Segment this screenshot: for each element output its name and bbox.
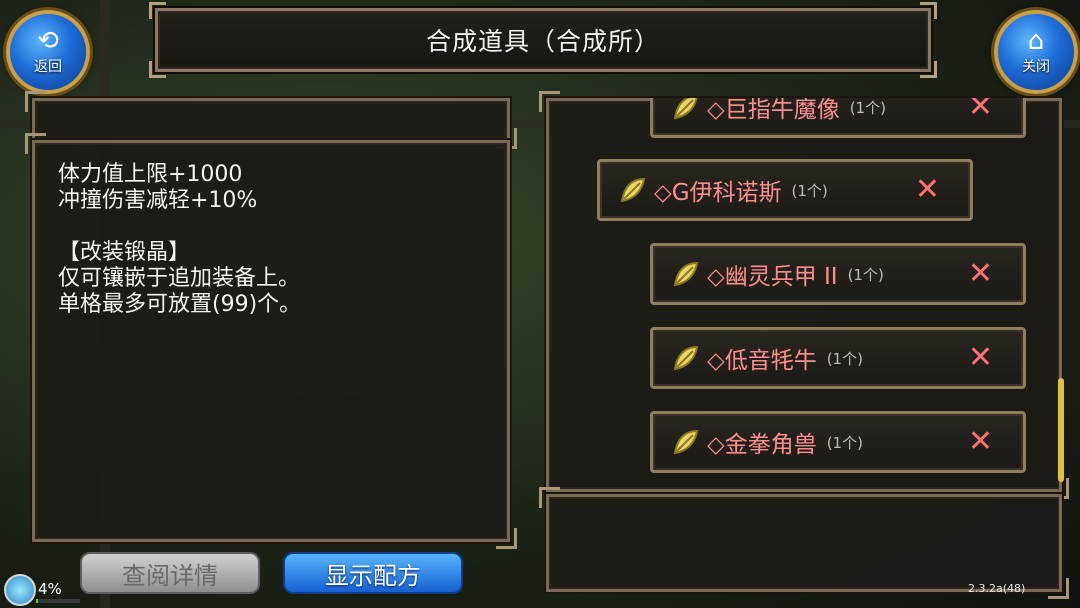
recipe-qty: (1个): [791, 181, 828, 200]
recipe-item[interactable]: ◇巨指牛魔像 (1个) ✕: [650, 98, 1026, 138]
network-status-icon: [4, 574, 36, 606]
close-button-label: 关闭: [1022, 59, 1050, 75]
description-line: 仅可镶嵌于追加装备上。: [58, 266, 301, 291]
leaf-icon: [673, 98, 698, 120]
page-title: 合成道具（合成所）: [425, 27, 660, 56]
recipe-name: ◇金拳角兽: [707, 432, 817, 458]
back-button-label: 返回: [34, 59, 62, 75]
close-x-icon[interactable]: ✕: [968, 343, 993, 373]
recipe-list: ◇巨指牛魔像 (1个) ✕ ◇G伊科诺斯 (1个) ✕ ◇幽灵兵甲 II (1个…: [550, 98, 1050, 490]
close-x-icon[interactable]: ✕: [915, 175, 940, 205]
recipe-qty: (1个): [826, 349, 863, 368]
close-x-icon[interactable]: ✕: [968, 259, 993, 289]
recipe-list-scrollbar[interactable]: [1058, 378, 1064, 482]
description-line: 【改装锻晶】: [58, 240, 191, 265]
recipe-name: ◇幽灵兵甲 II: [707, 264, 838, 290]
recipe-name: ◇巨指牛魔像: [707, 98, 840, 123]
recipe-qty: (1个): [826, 433, 863, 452]
back-arrow-icon: ⟲: [37, 26, 59, 56]
recipe-item[interactable]: ◇低音牦牛 (1个) ✕: [650, 327, 1026, 389]
close-x-icon[interactable]: ✕: [968, 98, 993, 122]
version-label: 2.3.2a(48): [968, 582, 1026, 595]
item-name-panel: [25, 91, 517, 149]
leaf-icon: [673, 345, 699, 371]
progress-percent: 4%: [38, 580, 62, 598]
recipe-item[interactable]: ◇幽灵兵甲 II (1个) ✕: [650, 243, 1026, 305]
recipe-qty: (1个): [847, 265, 884, 284]
view-details-button[interactable]: 查阅详情: [80, 552, 260, 594]
description-line: 体力值上限+1000: [58, 162, 243, 187]
recipe-item[interactable]: ◇G伊科诺斯 (1个) ✕: [597, 159, 973, 221]
progress-bar: [36, 599, 80, 603]
recipe-item[interactable]: ◇金拳角兽 (1个) ✕: [650, 411, 1026, 473]
progress-fill: [36, 599, 38, 603]
show-recipe-button[interactable]: 显示配方: [283, 552, 463, 594]
recipe-name: ◇低音牦牛: [707, 348, 817, 374]
close-button[interactable]: ⌂ 关闭: [994, 10, 1078, 94]
item-description: 体力值上限+1000 冲撞伤害减轻+10% 【改装锻晶】 仅可镶嵌于追加装备上。…: [58, 162, 301, 318]
description-line: 单格最多可放置(99)个。: [58, 292, 302, 317]
leaf-icon: [673, 429, 699, 455]
back-button[interactable]: ⟲ 返回: [6, 10, 90, 94]
leaf-icon: [620, 177, 646, 203]
recipe-footer-panel: [539, 487, 1069, 599]
description-line: 冲撞伤害减轻+10%: [58, 188, 258, 213]
home-icon: ⌂: [1027, 26, 1045, 56]
leaf-icon: [673, 261, 699, 287]
close-x-icon[interactable]: ✕: [968, 427, 993, 457]
title-bar: 合成道具（合成所）: [149, 2, 937, 78]
recipe-qty: (1个): [849, 98, 886, 117]
recipe-name: ◇G伊科诺斯: [654, 180, 782, 206]
